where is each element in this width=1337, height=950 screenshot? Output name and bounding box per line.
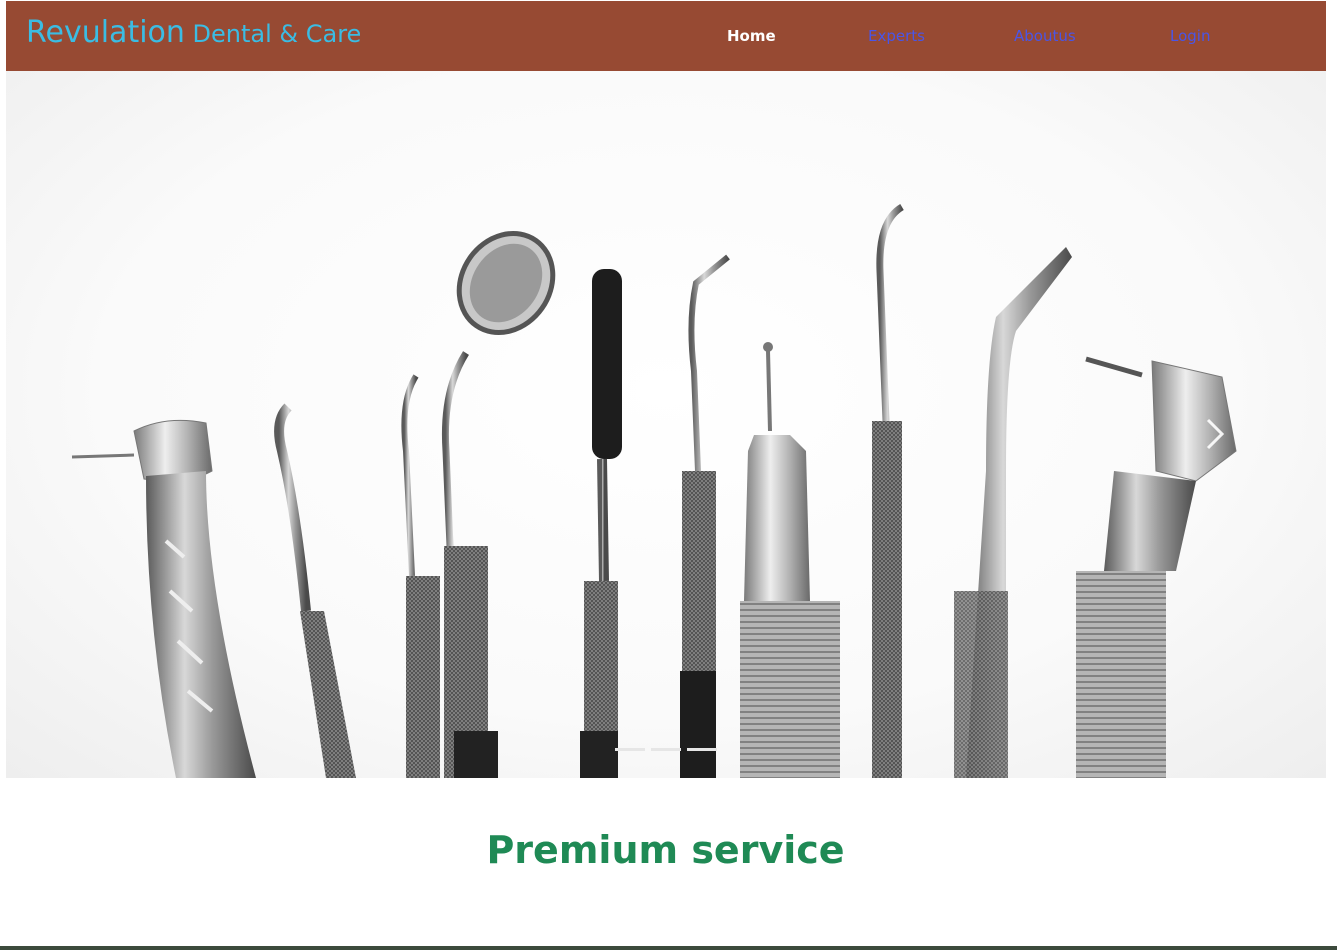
navbar: Revulation Dental & Care Home Experts Ab…	[6, 1, 1326, 71]
carousel-indicator-1[interactable]	[615, 748, 645, 751]
probe-illustration	[401, 374, 440, 778]
nav-home-link[interactable]: Home	[727, 27, 776, 45]
tweezers-illustration	[954, 247, 1072, 778]
nav-about-link[interactable]: Aboutus	[1014, 27, 1076, 45]
spatula-illustration	[580, 269, 622, 778]
double-ended-instrument-illustration	[872, 203, 904, 778]
premium-service-heading: Premium service	[486, 828, 845, 872]
explorer-illustration	[680, 254, 730, 778]
carousel-indicator-2[interactable]	[651, 748, 681, 751]
chevron-right-icon	[1206, 418, 1225, 450]
bottom-edge-bar	[0, 946, 1337, 950]
carousel-indicator-3[interactable]	[687, 748, 717, 751]
low-speed-handpiece-illustration	[740, 342, 840, 778]
mouth-mirror-illustration	[441, 230, 556, 778]
hero-carousel	[6, 71, 1326, 778]
nav-experts-link[interactable]: Experts	[868, 27, 925, 45]
brand-name: Revulation	[26, 15, 185, 50]
carousel-next-button[interactable]	[1202, 416, 1228, 452]
turbine-handpiece-illustration	[71, 419, 256, 778]
brand-subtitle: Dental & Care	[184, 20, 362, 48]
carousel-slide-image	[71, 203, 1237, 778]
nav-login-link[interactable]: Login	[1170, 27, 1210, 45]
brand-logo[interactable]: Revulation Dental & Care	[26, 15, 361, 50]
curved-scaler-illustration	[274, 403, 356, 778]
